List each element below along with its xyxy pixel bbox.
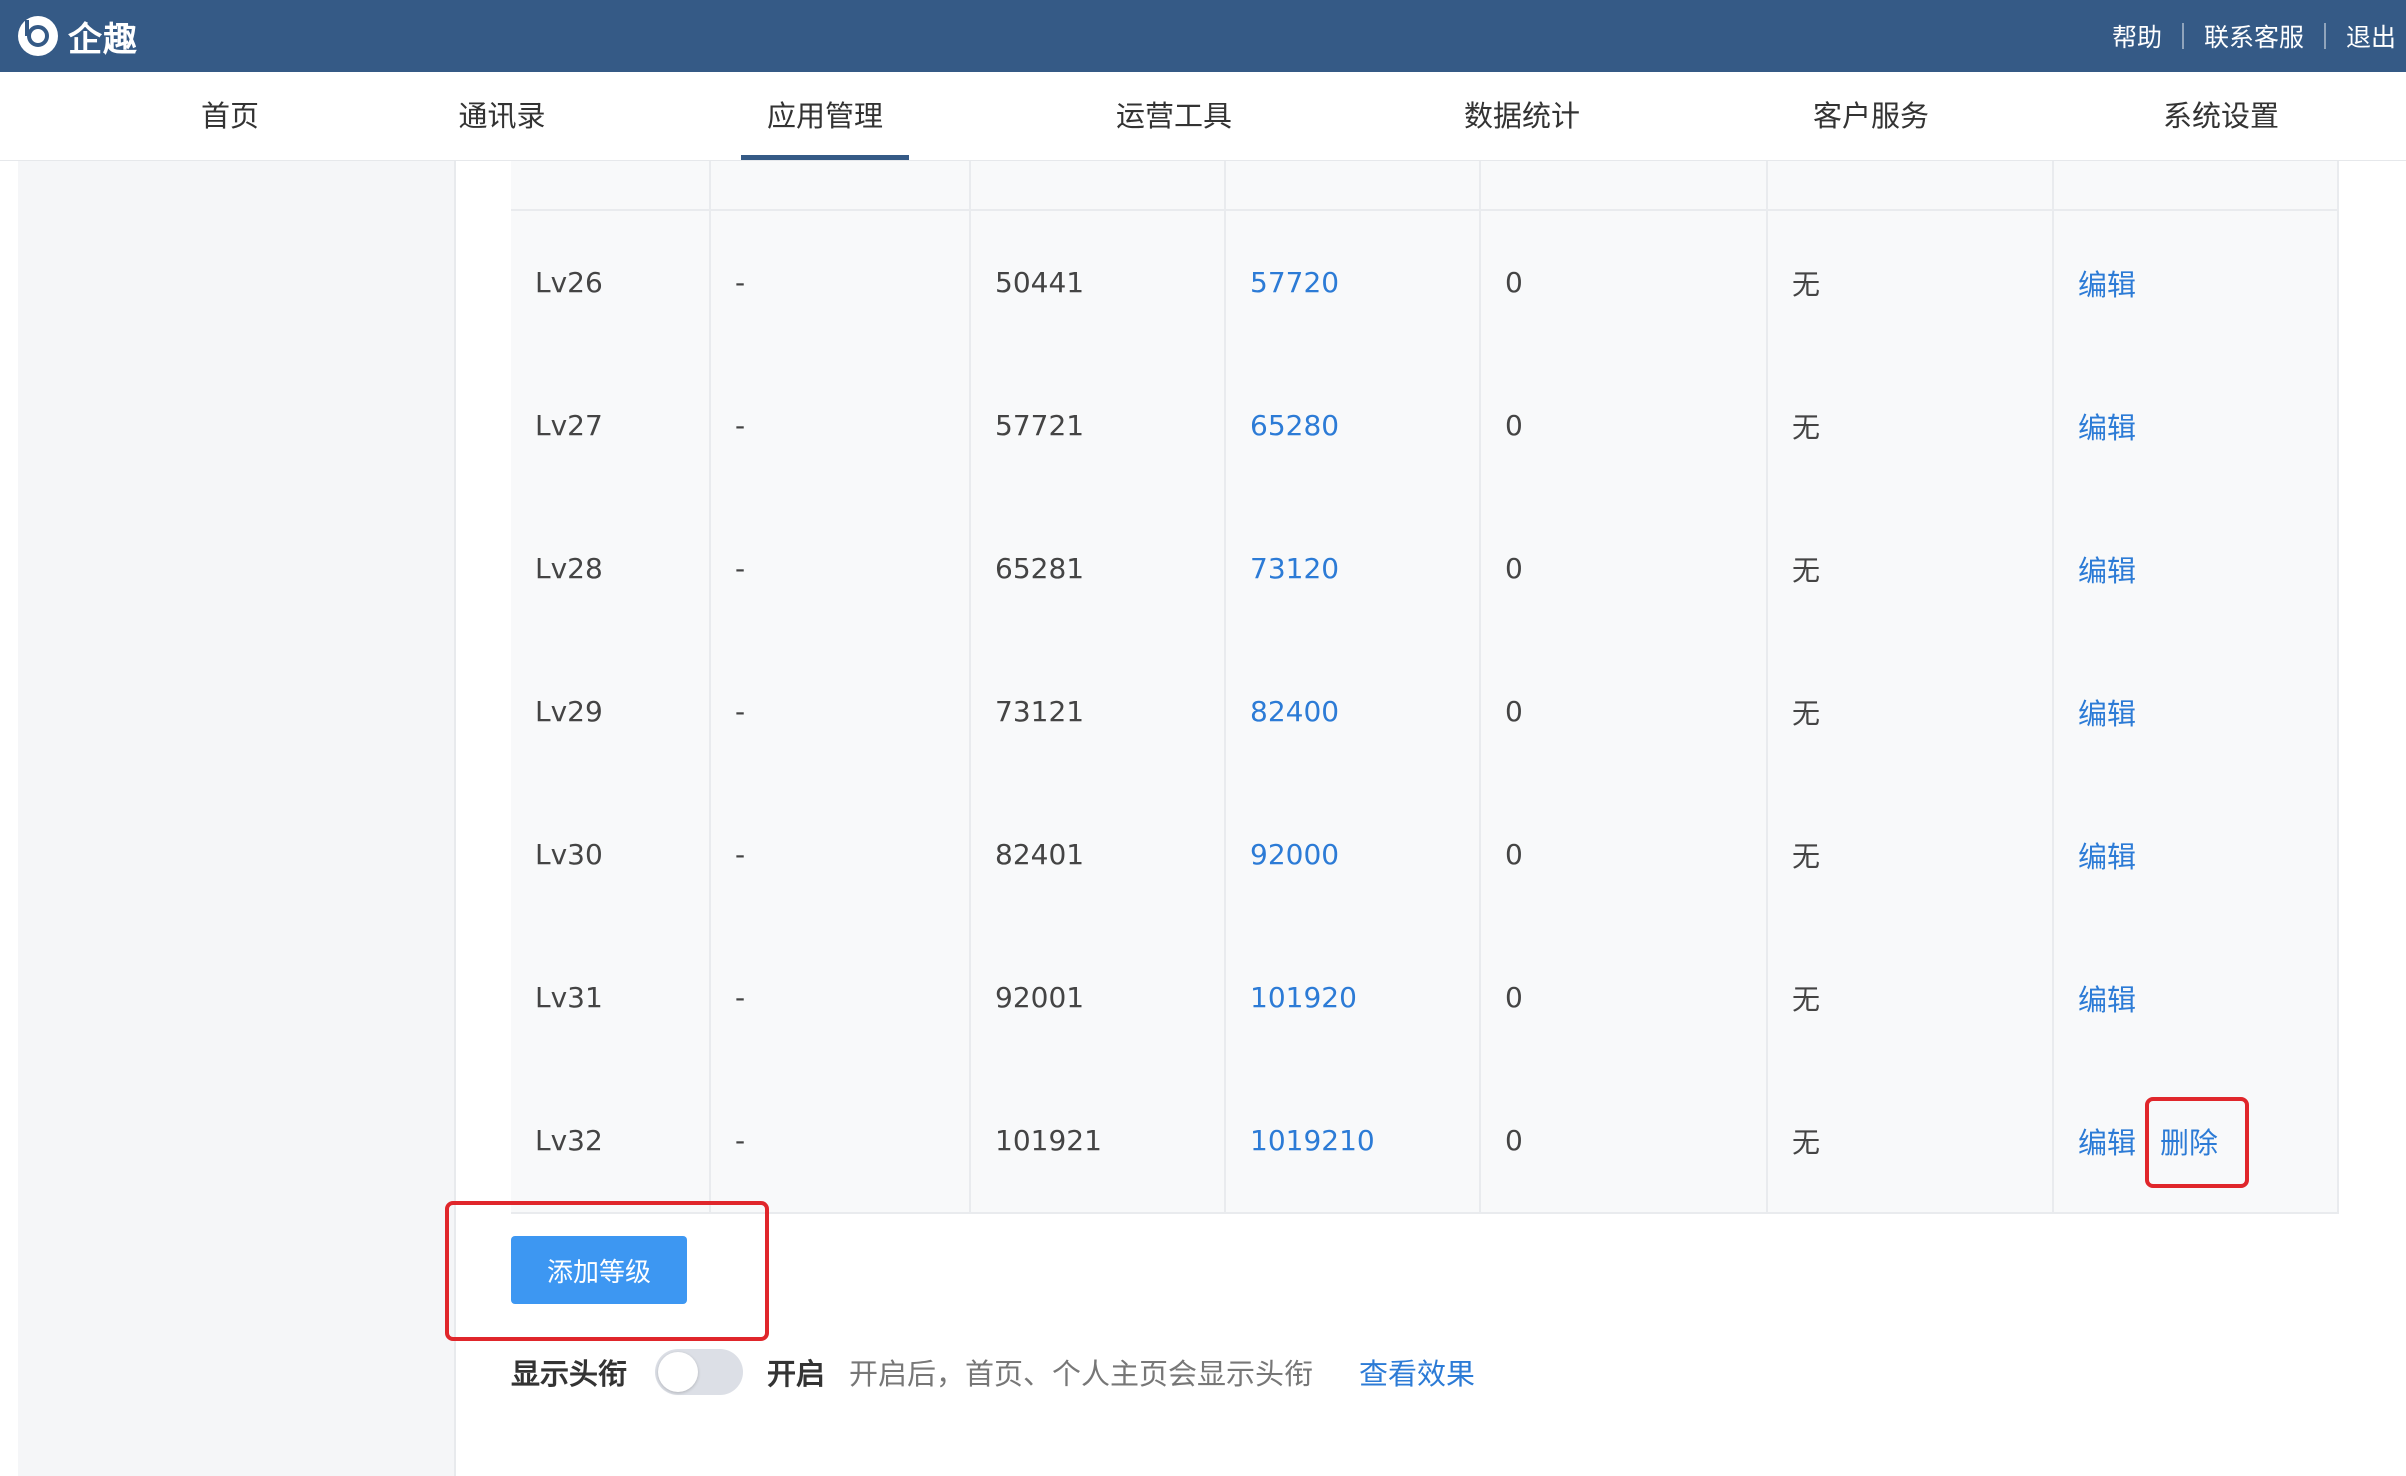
edit-button[interactable]: 编辑 xyxy=(2078,1120,2136,1162)
name-cell: - xyxy=(711,497,971,640)
badge-cell: 无 xyxy=(1768,783,2054,926)
nav-item-system-settings[interactable]: 系统设置 xyxy=(2163,72,2279,160)
badge-cell: 无 xyxy=(1768,211,2054,354)
actions-cell: 编辑 xyxy=(2054,783,2339,926)
logo-text: 企趣 xyxy=(68,19,138,60)
edit-button[interactable]: 编辑 xyxy=(2078,834,2136,876)
table-cell xyxy=(971,161,1226,209)
add-level-button[interactable]: 添加等级 xyxy=(511,1236,687,1304)
level-cell: Lv27 xyxy=(511,354,711,497)
contact-support-link[interactable]: 联系客服 xyxy=(2204,18,2304,54)
left-panel xyxy=(0,161,456,1476)
delete-button[interactable]: 删除 xyxy=(2160,1120,2218,1162)
table-cell xyxy=(1226,161,1481,209)
actions-cell: 编辑 删除 xyxy=(2054,1069,2339,1212)
min-points-cell: 57721 xyxy=(971,354,1226,497)
table-cell xyxy=(1481,161,1768,209)
table-cell xyxy=(2054,161,2339,209)
divider xyxy=(2323,23,2326,49)
table-row: Lv26 - 50441 57720 0 无 编辑 xyxy=(511,211,2339,356)
logout-link[interactable]: 退出 xyxy=(2346,18,2396,54)
logo[interactable]: 企趣 xyxy=(18,12,138,60)
actions-cell: 编辑 xyxy=(2054,354,2339,497)
name-cell: - xyxy=(711,211,971,354)
actions-cell: 编辑 xyxy=(2054,497,2339,640)
min-points-cell: 92001 xyxy=(971,926,1226,1069)
max-points-cell[interactable]: 73120 xyxy=(1226,497,1481,640)
name-cell: - xyxy=(711,926,971,1069)
min-points-cell: 65281 xyxy=(971,497,1226,640)
logo-icon xyxy=(18,16,58,56)
badge-cell: 无 xyxy=(1768,1069,2054,1212)
level-cell: Lv29 xyxy=(511,640,711,783)
table-row: Lv30 - 82401 92000 0 无 编辑 xyxy=(511,783,2339,928)
name-cell: - xyxy=(711,640,971,783)
badge-setting-description: 开启后，首页、个人主页会显示头衔 xyxy=(849,1357,1314,1391)
max-points-cell[interactable]: 92000 xyxy=(1226,783,1481,926)
table-row-partial xyxy=(511,161,2339,211)
table-row: Lv29 - 73121 82400 0 无 编辑 xyxy=(511,640,2339,785)
level-cell: Lv26 xyxy=(511,211,711,354)
reward-cell: 0 xyxy=(1481,1069,1768,1212)
nav-item-home[interactable]: 首页 xyxy=(201,72,259,160)
max-points-cell[interactable]: 1019210 xyxy=(1226,1069,1481,1212)
reward-cell: 0 xyxy=(1481,640,1768,783)
table-cell xyxy=(511,161,711,209)
nav-item-app-management[interactable]: 应用管理 xyxy=(740,72,910,160)
view-effect-link[interactable]: 查看效果 xyxy=(1359,1351,1475,1393)
top-bar: 企趣 帮助 联系客服 退出 xyxy=(0,0,2406,72)
name-cell: - xyxy=(711,1069,971,1212)
name-cell: - xyxy=(711,354,971,497)
actions-cell: 编辑 xyxy=(2054,640,2339,783)
edit-button[interactable]: 编辑 xyxy=(2078,977,2136,1019)
reward-cell: 0 xyxy=(1481,783,1768,926)
main-nav: 首页 通讯录 应用管理 运营工具 数据统计 客户服务 系统设置 xyxy=(0,72,2406,161)
edit-button[interactable]: 编辑 xyxy=(2078,405,2136,447)
edit-button[interactable]: 编辑 xyxy=(2078,262,2136,304)
max-points-cell[interactable]: 65280 xyxy=(1226,354,1481,497)
table-row: Lv31 - 92001 101920 0 无 编辑 xyxy=(511,926,2339,1071)
nav-item-operation-tools[interactable]: 运营工具 xyxy=(1116,72,1232,160)
divider xyxy=(2181,23,2184,49)
reward-cell: 0 xyxy=(1481,354,1768,497)
max-points-cell[interactable]: 101920 xyxy=(1226,926,1481,1069)
badge-cell: 无 xyxy=(1768,354,2054,497)
table-row: Lv32 - 101921 1019210 0 无 编辑 删除 xyxy=(511,1069,2339,1214)
max-points-cell[interactable]: 82400 xyxy=(1226,640,1481,783)
table-row: Lv28 - 65281 73120 0 无 编辑 xyxy=(511,497,2339,642)
toggle-state-label: 开启 xyxy=(767,1357,826,1391)
nav-item-data-statistics[interactable]: 数据统计 xyxy=(1464,72,1580,160)
nav-item-contacts[interactable]: 通讯录 xyxy=(458,72,545,160)
top-links: 帮助 联系客服 退出 xyxy=(2112,0,2396,72)
level-cell: Lv30 xyxy=(511,783,711,926)
nav-item-customer-service[interactable]: 客户服务 xyxy=(1813,72,1929,160)
min-points-cell: 73121 xyxy=(971,640,1226,783)
table-row: Lv27 - 57721 65280 0 无 编辑 xyxy=(511,354,2339,499)
min-points-cell: 50441 xyxy=(971,211,1226,354)
actions-cell: 编辑 xyxy=(2054,211,2339,354)
badge-setting-row: 显示头衔 开启 开启后，首页、个人主页会显示头衔 查看效果 xyxy=(511,1346,1475,1398)
badge-cell: 无 xyxy=(1768,497,2054,640)
reward-cell: 0 xyxy=(1481,926,1768,1069)
level-cell: Lv31 xyxy=(511,926,711,1069)
max-points-cell[interactable]: 57720 xyxy=(1226,211,1481,354)
min-points-cell: 101921 xyxy=(971,1069,1226,1212)
table-cell xyxy=(1768,161,2054,209)
min-points-cell: 82401 xyxy=(971,783,1226,926)
name-cell: - xyxy=(711,783,971,926)
level-cell: Lv28 xyxy=(511,497,711,640)
badge-cell: 无 xyxy=(1768,926,2054,1069)
reward-cell: 0 xyxy=(1481,497,1768,640)
show-badge-label: 显示头衔 xyxy=(511,1357,628,1391)
show-badge-toggle[interactable] xyxy=(655,1349,744,1395)
reward-cell: 0 xyxy=(1481,211,1768,354)
badge-cell: 无 xyxy=(1768,640,2054,783)
help-link[interactable]: 帮助 xyxy=(2112,18,2162,54)
table-cell xyxy=(711,161,971,209)
level-cell: Lv32 xyxy=(511,1069,711,1212)
edit-button[interactable]: 编辑 xyxy=(2078,548,2136,590)
edit-button[interactable]: 编辑 xyxy=(2078,691,2136,733)
actions-cell: 编辑 xyxy=(2054,926,2339,1069)
